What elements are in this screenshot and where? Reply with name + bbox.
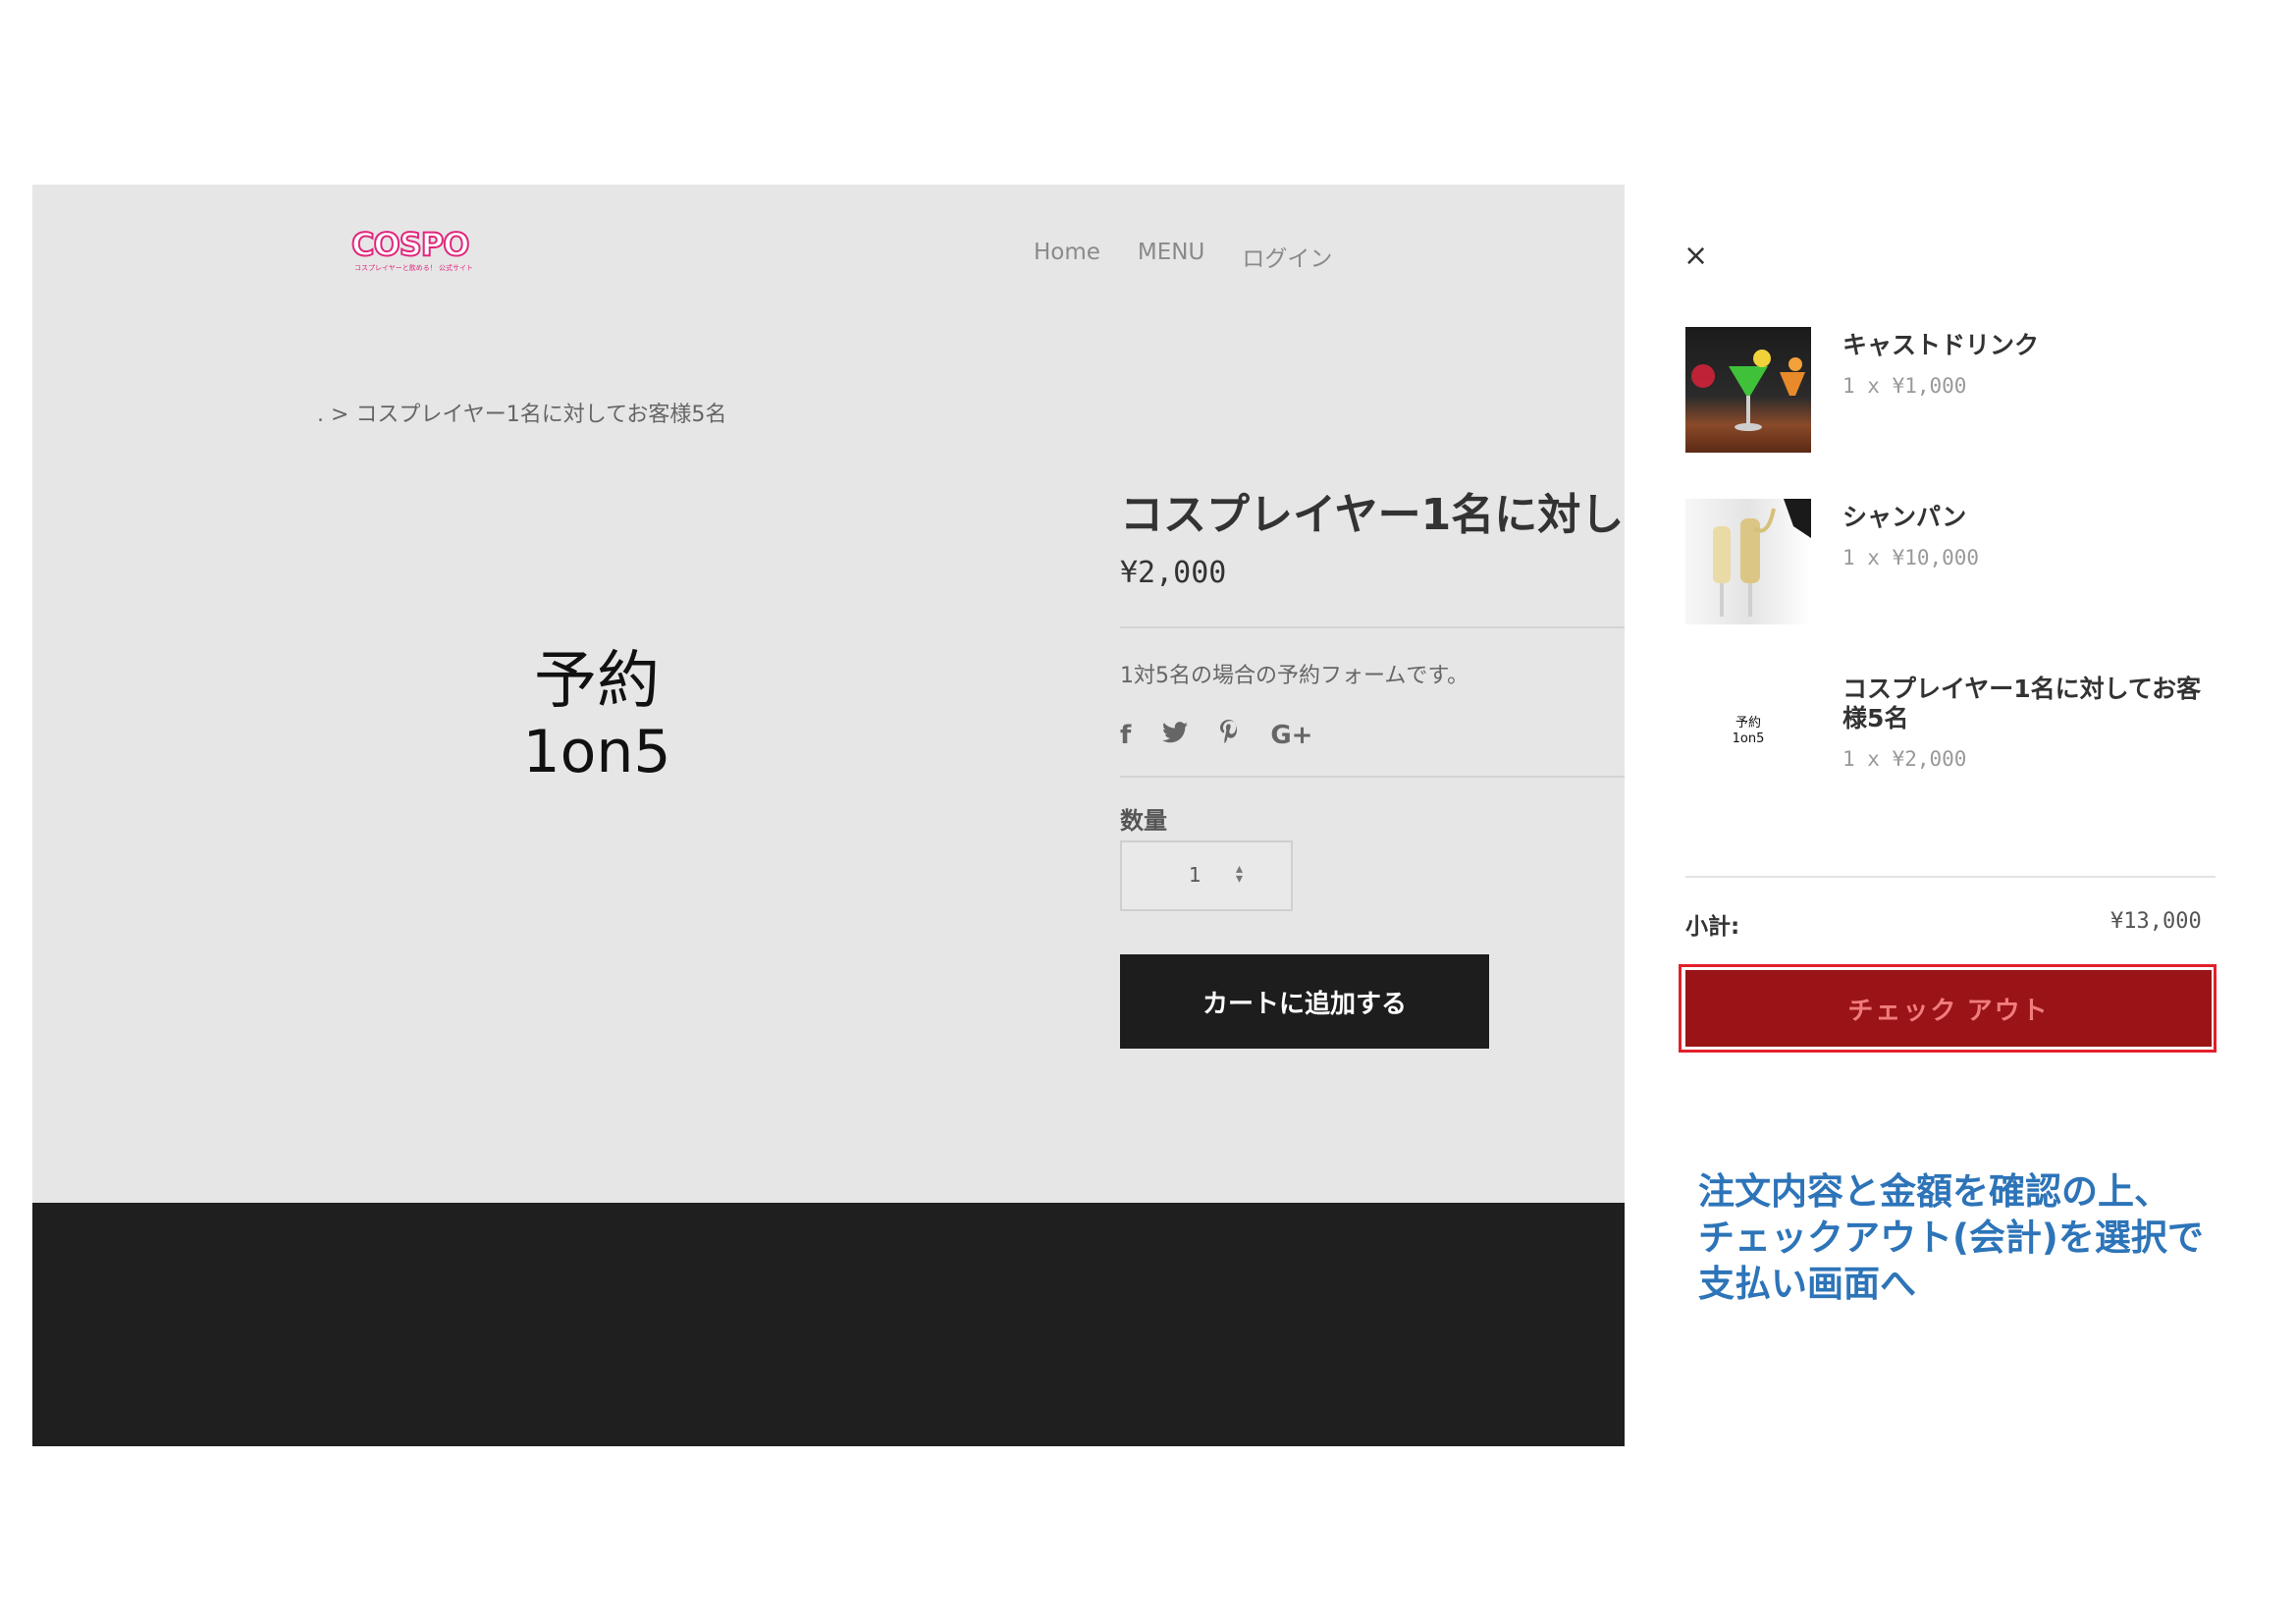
cart-item-name[interactable]: シャンパン — [1842, 503, 2216, 532]
share-buttons: f G+ — [1120, 720, 1312, 750]
product-price: ¥2,000 — [1120, 556, 1227, 590]
note-line3: 支払い画面へ — [1698, 1263, 1916, 1305]
page-footer — [32, 1203, 1625, 1446]
cart-item-qty: 1 x ¥10,000 — [1842, 546, 1980, 569]
logo-text: COSPO — [350, 225, 470, 264]
cart-divider — [1685, 876, 2216, 878]
google-plus-icon[interactable]: G+ — [1270, 721, 1312, 750]
note-line1: 注文内容と金額を確認の上、 — [1698, 1170, 2170, 1213]
cart-item-name[interactable]: キャストドリンク — [1842, 331, 2216, 360]
product-title: コスプレイヤー1名に対して — [1120, 490, 1625, 540]
nav-menu[interactable]: MENU — [1138, 240, 1204, 273]
nav-login[interactable]: ログイン — [1242, 240, 1332, 273]
product-description: 1対5名の場合の予約フォームです。 — [1120, 664, 1469, 688]
close-icon[interactable]: × — [1683, 239, 1708, 273]
pinterest-icon[interactable] — [1219, 720, 1239, 750]
divider — [1120, 626, 1625, 628]
product-image-line2: 1on5 — [522, 718, 671, 786]
reservation-thumbnail[interactable]: 予約 1on5 — [1685, 671, 1811, 796]
note-line2: チェックアウト(会計)を選択で — [1698, 1217, 2204, 1259]
breadcrumb[interactable]: . > コスプレイヤー1名に対してお客様5名 — [317, 397, 726, 428]
instruction-note: 注文内容と金額を確認の上、 チェックアウト(会計)を選択で 支払い画面へ — [1698, 1168, 2248, 1307]
store-page: COSPO コスプレイヤーと飲める！ 公式サイト Home MENU ログイン … — [32, 185, 1625, 1446]
subtotal-value: ¥13,000 — [2110, 909, 2202, 934]
twitter-icon[interactable] — [1162, 721, 1189, 750]
cospo-logo[interactable]: COSPO コスプレイヤーと飲める！ 公式サイト — [350, 225, 473, 279]
quantity-stepper[interactable]: 1 ▴ ▾ — [1120, 840, 1293, 911]
champagne-thumbnail[interactable] — [1685, 499, 1811, 624]
thumb-line1: 予約 — [1735, 716, 1761, 730]
cart-item-qty: 1 x ¥1,000 — [1842, 374, 1967, 398]
product-image: 予約 1on5 — [464, 646, 729, 787]
quantity-label: 数量 — [1120, 807, 1167, 835]
logo-tagline: コスプレイヤーと飲める！ 公式サイト — [354, 264, 474, 272]
cart-item-name[interactable]: コスプレイヤー1名に対してお客様5名 — [1842, 675, 2216, 733]
checkout-button[interactable]: チェック アウト — [1685, 970, 2212, 1047]
cast-drink-thumbnail[interactable] — [1685, 327, 1811, 453]
add-to-cart-button[interactable]: カートに追加する — [1120, 954, 1489, 1049]
facebook-icon[interactable]: f — [1120, 721, 1131, 750]
product-image-line1: 予約 — [534, 645, 660, 718]
stepper-arrows-icon[interactable]: ▴ ▾ — [1236, 862, 1243, 886]
main-nav: Home MENU ログイン — [1034, 240, 1332, 273]
nav-home[interactable]: Home — [1034, 240, 1100, 273]
divider — [1120, 776, 1625, 778]
cart-item-qty: 1 x ¥2,000 — [1842, 747, 1967, 771]
quantity-value[interactable]: 1 — [1189, 863, 1201, 887]
subtotal-label: 小計: — [1685, 914, 1740, 940]
thumb-line2: 1on5 — [1732, 731, 1765, 746]
